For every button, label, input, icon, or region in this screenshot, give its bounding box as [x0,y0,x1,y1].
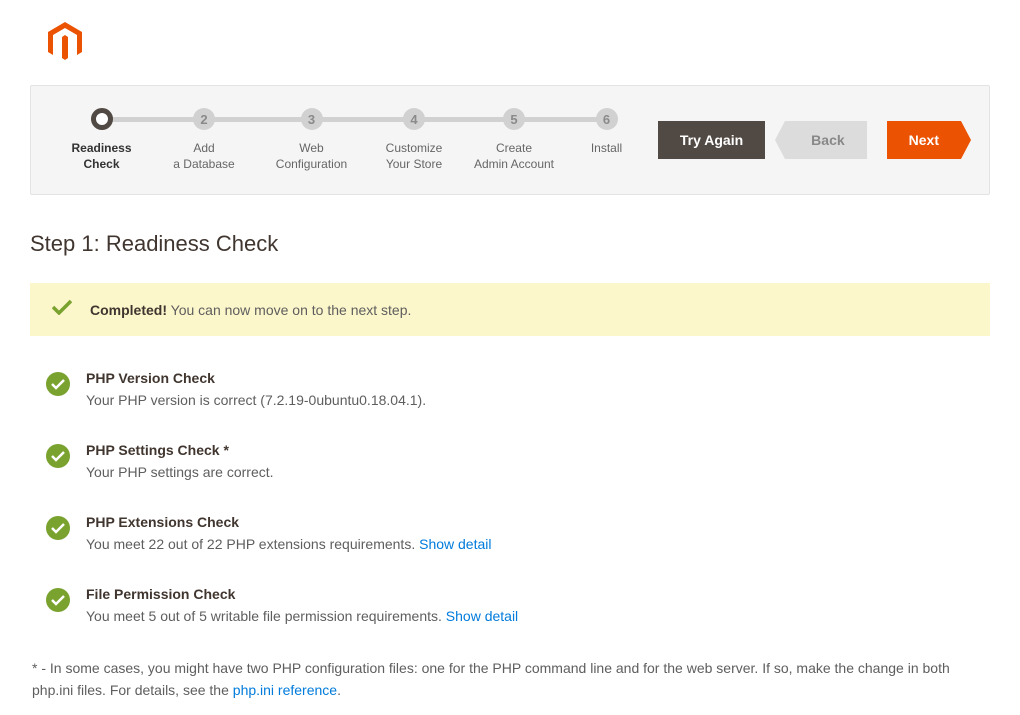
try-again-button[interactable]: Try Again [658,121,765,159]
check-title: PHP Version Check [86,370,974,386]
success-icon [46,372,70,396]
step-circle: 3 [301,108,323,130]
check-item-1: PHP Settings Check * Your PHP settings ar… [30,442,990,480]
back-button: Back [785,121,866,159]
success-icon [46,516,70,540]
step-label: Readiness Check [71,140,131,172]
step-circle: 4 [403,108,425,130]
page-title: Step 1: Readiness Check [30,231,990,257]
check-desc: You meet 22 out of 22 PHP extensions req… [86,536,974,552]
check-title: File Permission Check [86,586,974,602]
step-1[interactable]: Readiness Check [59,108,144,172]
check-title: PHP Extensions Check [86,514,974,530]
step-circle [91,108,113,130]
completed-alert: Completed! You can now move on to the ne… [30,283,990,336]
show-detail-link[interactable]: Show detail [446,608,518,624]
show-detail-link[interactable]: Show detail [419,536,491,552]
phpini-reference-link[interactable]: php.ini reference [233,682,337,698]
check-desc: Your PHP settings are correct. [86,464,974,480]
next-button[interactable]: Next [887,121,961,159]
step-6[interactable]: 6 Install [559,108,654,156]
step-label: Install [591,140,622,156]
check-title: PHP Settings Check * [86,442,974,458]
check-item-2: PHP Extensions Check You meet 22 out of 2… [30,514,990,552]
success-icon [46,444,70,468]
step-label: Customize Your Store [386,140,443,172]
step-label: Add a Database [173,140,234,172]
alert-text: Completed! You can now move on to the ne… [90,302,411,318]
step-circle: 5 [503,108,525,130]
check-desc: Your PHP version is correct (7.2.19-0ubu… [86,392,974,408]
magento-logo [30,0,990,85]
check-icon [52,299,72,320]
stepper-bar: Readiness Check 2 Add a Database 3 Web Confi… [30,85,990,195]
check-item-3: File Permission Check You meet 5 out of 5… [30,586,990,624]
step-circle: 2 [193,108,215,130]
check-desc: You meet 5 out of 5 writable file permis… [86,608,974,624]
step-label: Create Admin Account [474,140,554,172]
check-item-0: PHP Version Check Your PHP version is cor… [30,370,990,408]
step-circle: 6 [596,108,618,130]
footnote: * - In some cases, you might have two PH… [30,658,990,701]
success-icon [46,588,70,612]
step-label: Web Configuration [276,140,347,172]
